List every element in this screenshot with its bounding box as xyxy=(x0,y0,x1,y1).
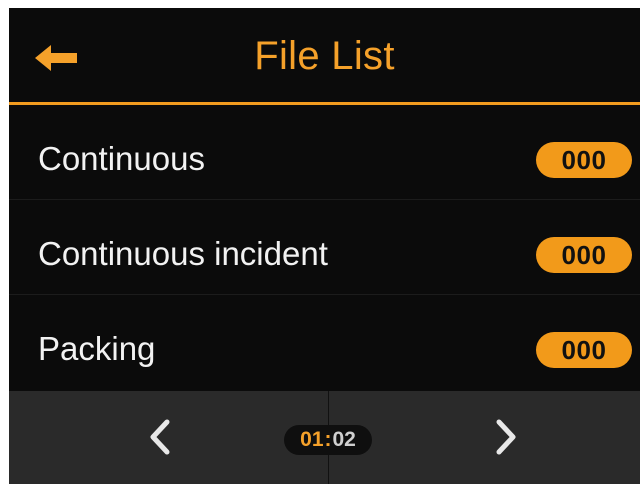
page-separator: : xyxy=(324,428,332,451)
list-item-label: Continuous xyxy=(38,140,205,177)
page-title: File List xyxy=(254,34,395,78)
list-item-continuous[interactable]: Continuous 000 xyxy=(9,105,640,200)
device-screen: File List Continuous 000 Continuous inci… xyxy=(9,8,640,484)
list-item-label: Packing xyxy=(38,330,156,367)
list-item-packing[interactable]: Packing 000 xyxy=(9,295,640,387)
chevron-right-icon[interactable] xyxy=(482,413,530,461)
count-badge: 000 xyxy=(536,142,632,178)
pagination-bar: 01:02 xyxy=(9,391,640,484)
list-item-continuous-incident[interactable]: Continuous incident 000 xyxy=(9,200,640,295)
count-badge: 000 xyxy=(536,237,632,273)
count-badge: 000 xyxy=(536,332,632,368)
file-category-list: Continuous 000 Continuous incident 000 P… xyxy=(9,105,640,387)
chevron-left-icon[interactable] xyxy=(136,413,184,461)
header-bar: File List xyxy=(9,8,640,103)
total-pages: 02 xyxy=(332,428,356,451)
current-page: 01 xyxy=(300,428,324,451)
page-indicator: 01:02 xyxy=(284,425,372,455)
list-item-label: Continuous incident xyxy=(38,235,328,272)
